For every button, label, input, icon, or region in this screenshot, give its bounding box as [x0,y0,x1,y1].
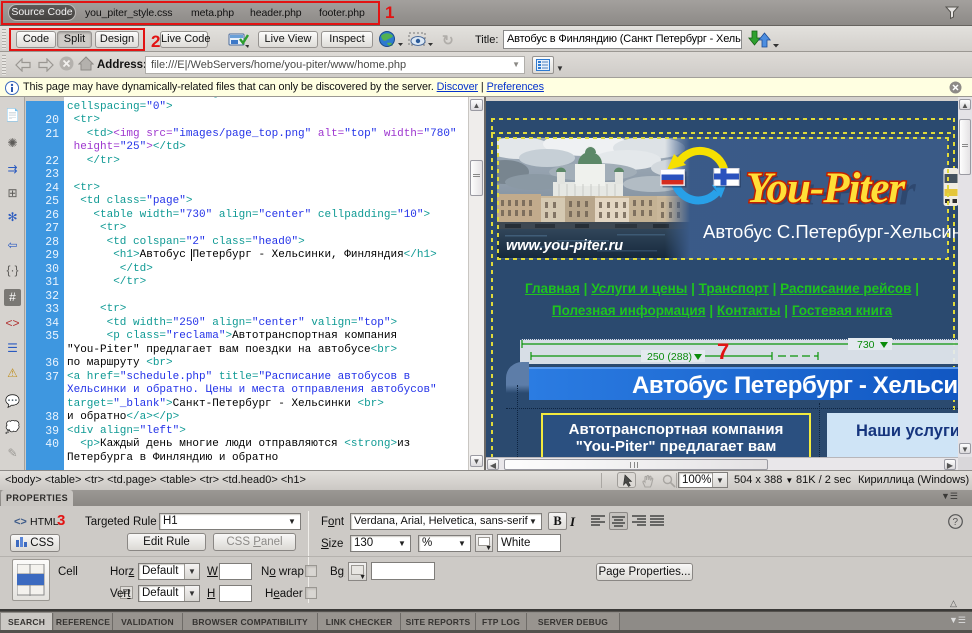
svg-text:730: 730 [857,339,875,351]
svg-text:?: ? [953,517,959,528]
svg-text:You-Piter: You-Piter [746,165,906,212]
svg-text:250 (288): 250 (288) [647,351,692,363]
